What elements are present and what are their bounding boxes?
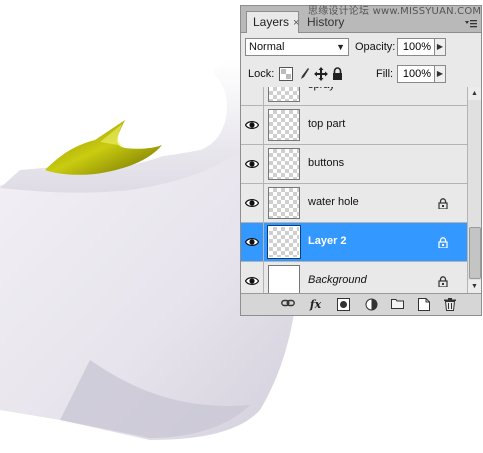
blend-mode-value: Normal xyxy=(249,41,285,53)
visibility-toggle[interactable] xyxy=(241,106,264,144)
chevron-down-icon: ▼ xyxy=(336,42,345,52)
layer-row[interactable]: spray xyxy=(241,87,467,106)
fill-field[interactable]: 100% xyxy=(397,65,435,83)
blend-mode-select[interactable]: Normal ▼ xyxy=(245,38,349,56)
tab-history-label: History xyxy=(307,15,345,29)
lock-image-brush-icon[interactable] xyxy=(298,67,310,81)
layer-name[interactable]: water hole xyxy=(308,196,359,208)
add-mask-icon[interactable] xyxy=(337,298,350,311)
layer-style-fx-icon[interactable]: fx xyxy=(309,298,322,311)
layer-row[interactable]: top part xyxy=(241,106,467,145)
link-layers-icon[interactable] xyxy=(281,298,295,311)
layer-thumbnail[interactable] xyxy=(268,87,300,102)
layer-lock-icon xyxy=(438,237,448,248)
layer-row[interactable]: water hole xyxy=(241,184,467,223)
eye-icon xyxy=(245,160,259,168)
watermark-text: 思缘设计论坛 www.MISSYUAN.COM xyxy=(308,6,482,17)
layer-name[interactable]: spray xyxy=(308,87,335,91)
layer-row[interactable]: buttons xyxy=(241,145,467,184)
layers-scrollbar[interactable]: ▲ ▼ xyxy=(467,87,481,293)
layer-thumbnail[interactable] xyxy=(268,148,300,180)
layer-row[interactable]: Layer 2 xyxy=(241,223,467,262)
eye-icon xyxy=(245,238,259,246)
eye-icon xyxy=(245,199,259,207)
new-layer-icon[interactable] xyxy=(417,298,430,311)
opacity-slider-button[interactable]: ▶ xyxy=(434,38,446,56)
visibility-toggle[interactable] xyxy=(241,184,264,222)
visibility-toggle[interactable] xyxy=(241,145,264,183)
layer-thumbnail[interactable] xyxy=(268,265,300,293)
lock-position-move-icon[interactable] xyxy=(314,67,328,81)
layer-thumbnail[interactable] xyxy=(268,109,300,141)
visibility-toggle[interactable] xyxy=(241,223,264,261)
lock-label: Lock: xyxy=(248,68,275,80)
tab-close-icon[interactable]: × xyxy=(293,17,299,29)
new-group-folder-icon[interactable] xyxy=(391,298,404,311)
fill-slider-button[interactable]: ▶ xyxy=(434,65,446,83)
panel-menu-icon[interactable] xyxy=(465,20,477,31)
lock-row: Lock: Fill: 100% ▶ xyxy=(241,61,481,88)
fill-label: Fill: xyxy=(376,68,394,80)
layers-bottom-toolbar: fx xyxy=(241,293,481,315)
layer-name[interactable]: Layer 2 xyxy=(308,235,347,247)
visibility-toggle[interactable] xyxy=(241,262,264,293)
scroll-thumb[interactable] xyxy=(469,227,481,279)
eye-icon xyxy=(245,121,259,129)
lock-transparency-icon[interactable] xyxy=(279,67,293,81)
adjustment-layer-icon[interactable] xyxy=(365,298,378,311)
layer-thumbnail[interactable] xyxy=(267,225,301,259)
eye-icon xyxy=(245,277,259,285)
visibility-toggle[interactable] xyxy=(241,87,264,105)
layer-name[interactable]: Background xyxy=(308,274,367,286)
layer-name[interactable]: buttons xyxy=(308,157,344,169)
layer-thumbnail[interactable] xyxy=(268,187,300,219)
opacity-field[interactable]: 100% xyxy=(397,38,435,56)
tab-layers-label: Layers xyxy=(253,15,290,29)
layers-panel: Layers × History Normal ▼ Opacity: 100% ▶… xyxy=(240,5,482,316)
layer-lock-icon xyxy=(438,276,448,287)
tab-layers[interactable]: Layers × xyxy=(246,11,299,33)
opacity-label: Opacity: xyxy=(355,41,396,53)
layers-list: spray top part buttons water hole Layer 2 Bac… xyxy=(241,87,467,293)
layer-row[interactable]: Background xyxy=(241,262,467,293)
layer-lock-icon xyxy=(438,198,448,209)
lock-all-icon[interactable] xyxy=(332,67,343,80)
layer-name[interactable]: top part xyxy=(308,118,345,130)
scroll-down-icon[interactable]: ▼ xyxy=(468,280,481,293)
scroll-up-icon[interactable]: ▲ xyxy=(468,87,481,100)
blend-row: Normal ▼ Opacity: 100% ▶ xyxy=(241,33,481,61)
trash-delete-icon[interactable] xyxy=(443,298,456,311)
